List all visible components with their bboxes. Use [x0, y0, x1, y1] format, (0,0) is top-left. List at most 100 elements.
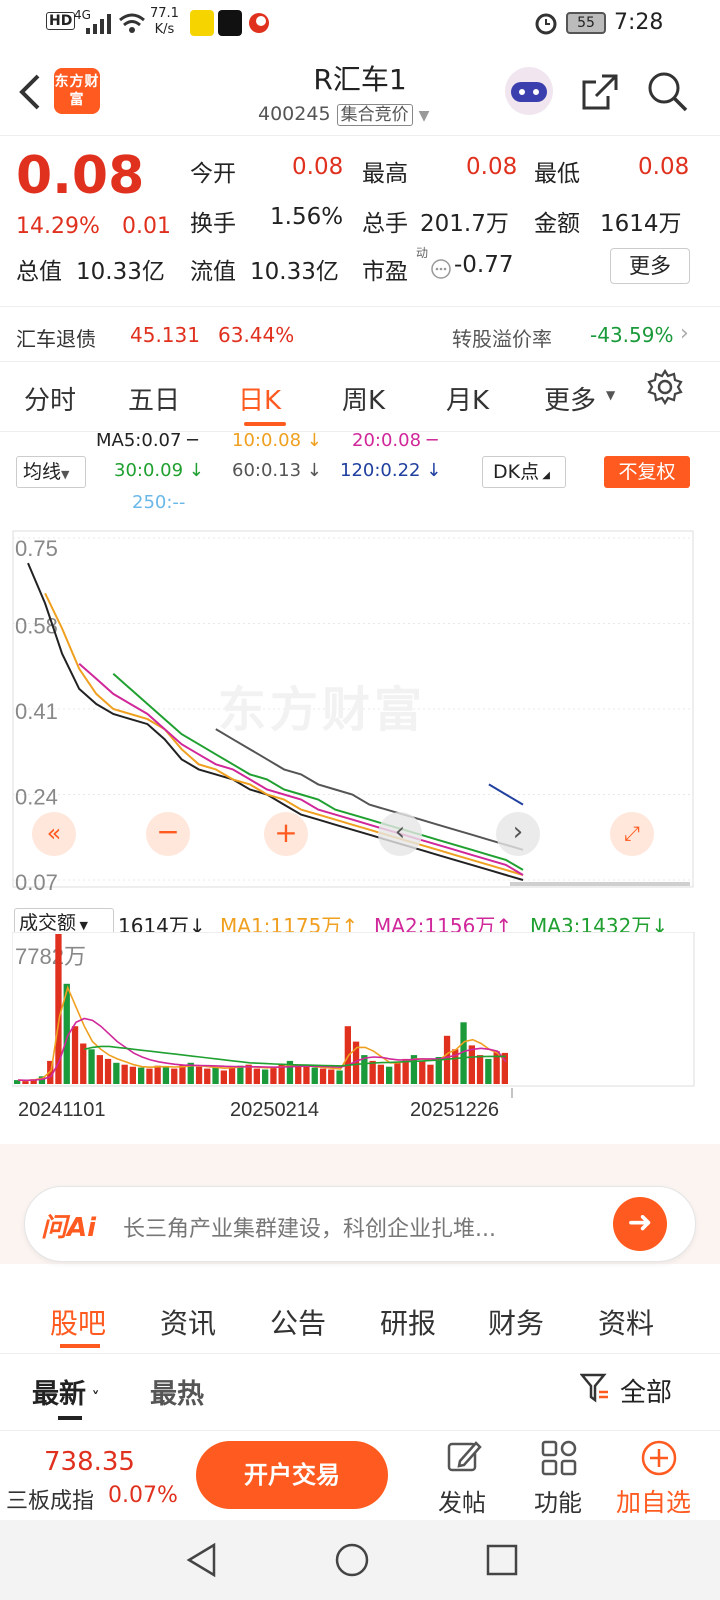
- add-favorite-label[interactable]: 加自选: [616, 1483, 691, 1519]
- more-dots-icon[interactable]: [430, 258, 452, 280]
- ma20-text: 20:0.08: [352, 430, 422, 451]
- convertible-bond-row[interactable]: 汇车退债 45.131 63.44% 转股溢价率 -43.59% ›: [0, 306, 720, 362]
- low-label: 最低: [534, 161, 580, 187]
- add-favorite-icon[interactable]: [640, 1439, 678, 1477]
- change-pct: 14.29%: [16, 214, 100, 239]
- search-icon[interactable]: [646, 70, 690, 114]
- battery-icon: 55: [566, 12, 606, 34]
- share-icon[interactable]: [578, 70, 622, 114]
- last-price: 0.08: [16, 146, 145, 206]
- period-tabs: 分时 五日 日K 周K 月K 更多 ▼: [0, 362, 720, 432]
- news-app-icon: [249, 13, 269, 33]
- hd-badge: HD: [46, 12, 76, 30]
- nav-home-icon[interactable]: [334, 1542, 370, 1578]
- ma120-text: 120:0.22: [340, 460, 421, 481]
- x-tick-label: 20251226: [410, 1099, 499, 1121]
- index-value[interactable]: 738.35: [44, 1447, 135, 1477]
- status-bar: HD 4G 77.1 K/s 55 7:28: [0, 0, 720, 48]
- index-name[interactable]: 三板成指: [6, 1483, 94, 1515]
- robot-avatar-icon[interactable]: [502, 66, 556, 116]
- function-label[interactable]: 功能: [534, 1483, 582, 1518]
- post-label[interactable]: 发帖: [438, 1483, 486, 1518]
- volume-bar: [129, 1066, 136, 1084]
- nav-back-icon[interactable]: [184, 1542, 220, 1578]
- low-value: 0.08: [638, 154, 690, 180]
- tab-daily-k[interactable]: 日K: [238, 380, 281, 417]
- volume-bar: [253, 1068, 260, 1084]
- open-label: 今开: [190, 161, 236, 187]
- volume-bar: [154, 1065, 161, 1084]
- tab-finance[interactable]: 财务: [488, 1302, 544, 1342]
- ai-go-arrow-icon[interactable]: ➜: [613, 1197, 667, 1251]
- chart-next-button[interactable]: ›: [496, 812, 540, 856]
- chart-scrollbar: [510, 882, 690, 886]
- open-value: 0.08: [292, 154, 344, 180]
- volume-bar: [344, 1026, 351, 1084]
- volume-chart-svg: 7782万 20241101 20250214 20251226: [12, 932, 695, 1121]
- chart-scroll-left-button[interactable]: «: [32, 812, 76, 856]
- indicator-selector-label: 均线: [23, 461, 62, 483]
- index-pct[interactable]: 0.07%: [108, 1483, 178, 1508]
- post-edit-icon[interactable]: [446, 1439, 482, 1475]
- tab-five-day[interactable]: 五日: [128, 380, 180, 417]
- volume-bar: [228, 1066, 236, 1084]
- market-badge: 集合竞价: [336, 104, 413, 126]
- tab-profile[interactable]: 资料: [598, 1302, 654, 1342]
- open-account-trade-button[interactable]: 开户交易: [196, 1441, 388, 1509]
- zoom-out-button[interactable]: −: [146, 812, 190, 856]
- volume-bar: [476, 1055, 484, 1084]
- tab-intraday[interactable]: 分时: [24, 380, 76, 417]
- volume-bar: [394, 1062, 401, 1084]
- turnover-label: 换手: [190, 211, 236, 237]
- tab-announcements[interactable]: 公告: [270, 1302, 326, 1342]
- volume-bar: [96, 1055, 103, 1084]
- sort-hot[interactable]: 最热: [150, 1372, 204, 1411]
- net-speed-unit: K/s: [154, 22, 175, 37]
- tab-more[interactable]: 更多: [544, 380, 596, 417]
- volume-bar: [427, 1064, 434, 1084]
- function-grid-icon[interactable]: [540, 1439, 578, 1477]
- tab-research[interactable]: 研报: [380, 1302, 436, 1342]
- filter-icon[interactable]: [580, 1372, 610, 1404]
- volume-bar: [22, 1081, 29, 1084]
- hands-value: 201.7万: [420, 211, 509, 237]
- ma5-text: MA5:0.07: [96, 430, 182, 451]
- zoom-in-button[interactable]: +: [264, 812, 308, 856]
- volume-bar: [121, 1064, 128, 1084]
- app-notification-icon: [190, 10, 214, 36]
- premium-label: 转股溢价率: [452, 327, 552, 351]
- ai-assistant-bar[interactable]: 问Ai 长三角产业集群建设，科创企业扎堆... ➜: [24, 1186, 696, 1262]
- more-button[interactable]: 更多: [610, 248, 690, 284]
- fullscreen-button[interactable]: ⤢: [610, 812, 654, 856]
- adjust-mode-button[interactable]: 不复权: [604, 456, 690, 488]
- tab-weekly-k[interactable]: 周K: [342, 380, 385, 417]
- caret-icon: ◢: [539, 470, 550, 481]
- volume-bar: [319, 1068, 327, 1084]
- volume-bar: [369, 1060, 376, 1084]
- volume-bar: [204, 1068, 211, 1084]
- ai-prompt-text: 长三角产业集群建设，科创企业扎堆...: [123, 1217, 496, 1242]
- caret-down-icon: ▼: [76, 919, 88, 932]
- chart-prev-button[interactable]: ‹: [378, 812, 422, 856]
- y-tick-label: 0.24: [15, 785, 58, 810]
- dk-point-selector[interactable]: DK点 ◢: [482, 456, 566, 488]
- filter-all[interactable]: 全部: [620, 1372, 672, 1409]
- tab-monthly-k[interactable]: 月K: [446, 380, 489, 417]
- tab-news[interactable]: 资讯: [160, 1302, 216, 1342]
- ma10-value: 10:0.08 ↓: [232, 430, 322, 451]
- bond-name: 汇车退债: [16, 327, 96, 351]
- volume-bar: [71, 1026, 79, 1084]
- volume-y-tick: 7782万: [15, 944, 86, 969]
- pe-dynamic-tag: 动: [416, 246, 429, 260]
- kline-chart[interactable]: 0.75 0.58 0.41 0.24 0.07 东方财富 « − + ‹ › ⤢: [12, 530, 708, 910]
- stock-code-row[interactable]: 400245 集合竞价 ▼: [258, 100, 429, 126]
- volume-bar: [220, 1070, 227, 1084]
- nav-recents-icon[interactable]: [484, 1542, 520, 1578]
- tab-stock-bar[interactable]: 股吧: [50, 1302, 106, 1342]
- volume-bar: [162, 1066, 170, 1084]
- settings-gear-icon[interactable]: [646, 368, 684, 406]
- section-tabs: 股吧 资讯 公告 研报 财务 资料: [0, 1284, 720, 1354]
- sort-latest[interactable]: 最新 ˅: [32, 1372, 100, 1411]
- alarm-icon: [535, 13, 557, 35]
- indicator-selector[interactable]: 均线▼: [16, 456, 86, 488]
